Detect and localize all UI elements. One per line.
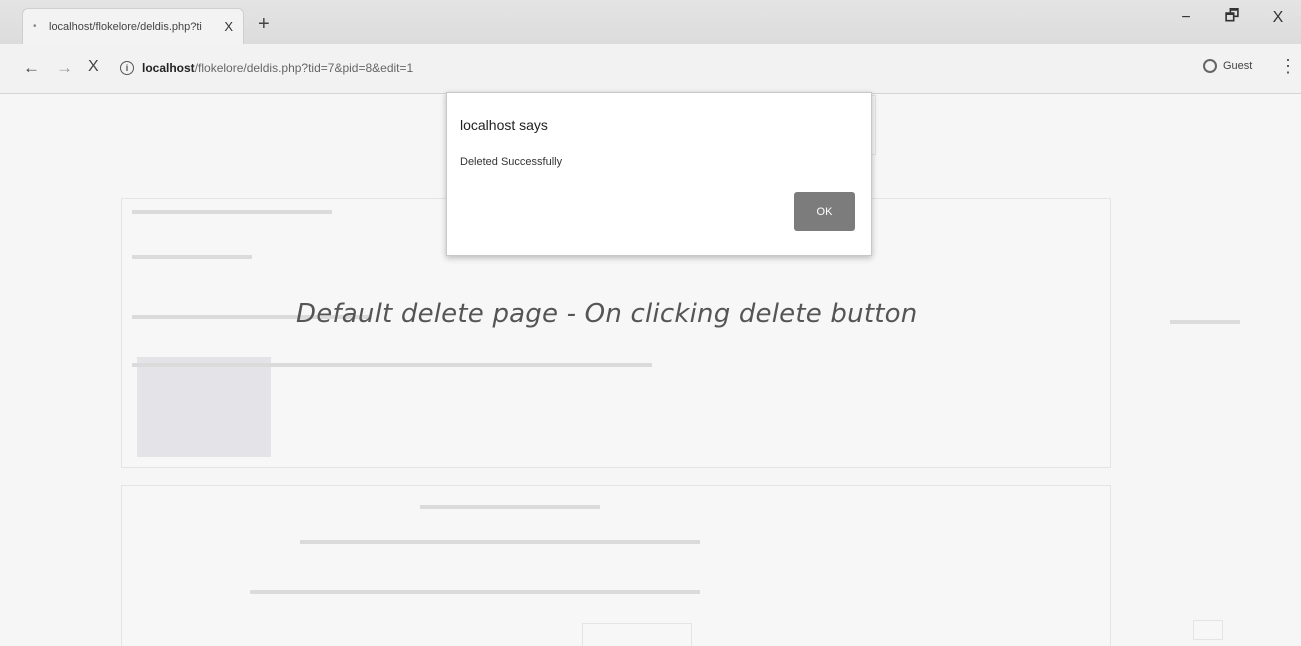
stop-icon[interactable]: X [88, 58, 99, 76]
tab-close-icon[interactable]: X [224, 19, 233, 34]
close-window-button[interactable]: X [1255, 0, 1301, 36]
browser-tab[interactable]: • localhost/flokelore/deldis.php?ti X [22, 8, 244, 44]
minimize-button[interactable]: − [1163, 0, 1209, 36]
faded-side-button [1193, 620, 1223, 640]
guest-label: Guest [1223, 60, 1253, 72]
profile-button[interactable]: Guest [1203, 59, 1252, 73]
faded-thumbnail [137, 357, 271, 457]
new-tab-button[interactable]: + [258, 14, 270, 34]
browser-window: • localhost/flokelore/deldis.php?ti X + … [0, 0, 1301, 646]
faded-line [250, 590, 700, 594]
faded-line [420, 505, 600, 509]
dialog-message: Deleted Successfully [460, 156, 563, 168]
faded-line [132, 255, 252, 259]
alert-dialog: localhost says Deleted Successfully OK [446, 92, 872, 256]
window-controls: − 🗗 X [1163, 0, 1301, 44]
faded-button [582, 623, 692, 646]
caption-text: Default delete page - On clicking delete… [296, 299, 918, 329]
dialog-title: localhost says [460, 117, 548, 133]
url-host: localhost [142, 61, 195, 75]
faded-lower-panel [121, 485, 1111, 646]
menu-icon[interactable]: ⋮ [1279, 56, 1297, 77]
restore-button[interactable]: 🗗 [1209, 0, 1255, 36]
tab-title: localhost/flokelore/deldis.php?ti [49, 20, 202, 33]
faded-line [132, 210, 332, 214]
page-favicon-icon: • [33, 21, 37, 32]
tab-strip: • localhost/flokelore/deldis.php?ti X + … [0, 0, 1301, 44]
url-path: /flokelore/deldis.php?tid=7&pid=8&edit=1 [194, 61, 414, 75]
back-arrow-icon[interactable]: ← [23, 58, 40, 78]
faded-line [300, 540, 700, 544]
forward-arrow-icon[interactable]: → [56, 58, 73, 78]
info-icon[interactable]: i [120, 61, 134, 75]
faded-line [132, 363, 652, 367]
guest-icon [1203, 59, 1217, 73]
browser-toolbar: ← → X i localhost/flokelore/deldis.php?t… [0, 44, 1301, 94]
ok-button[interactable]: OK [794, 192, 855, 231]
address-bar[interactable]: i localhost/flokelore/deldis.php?tid=7&p… [112, 53, 1182, 83]
faded-line [1170, 320, 1240, 324]
